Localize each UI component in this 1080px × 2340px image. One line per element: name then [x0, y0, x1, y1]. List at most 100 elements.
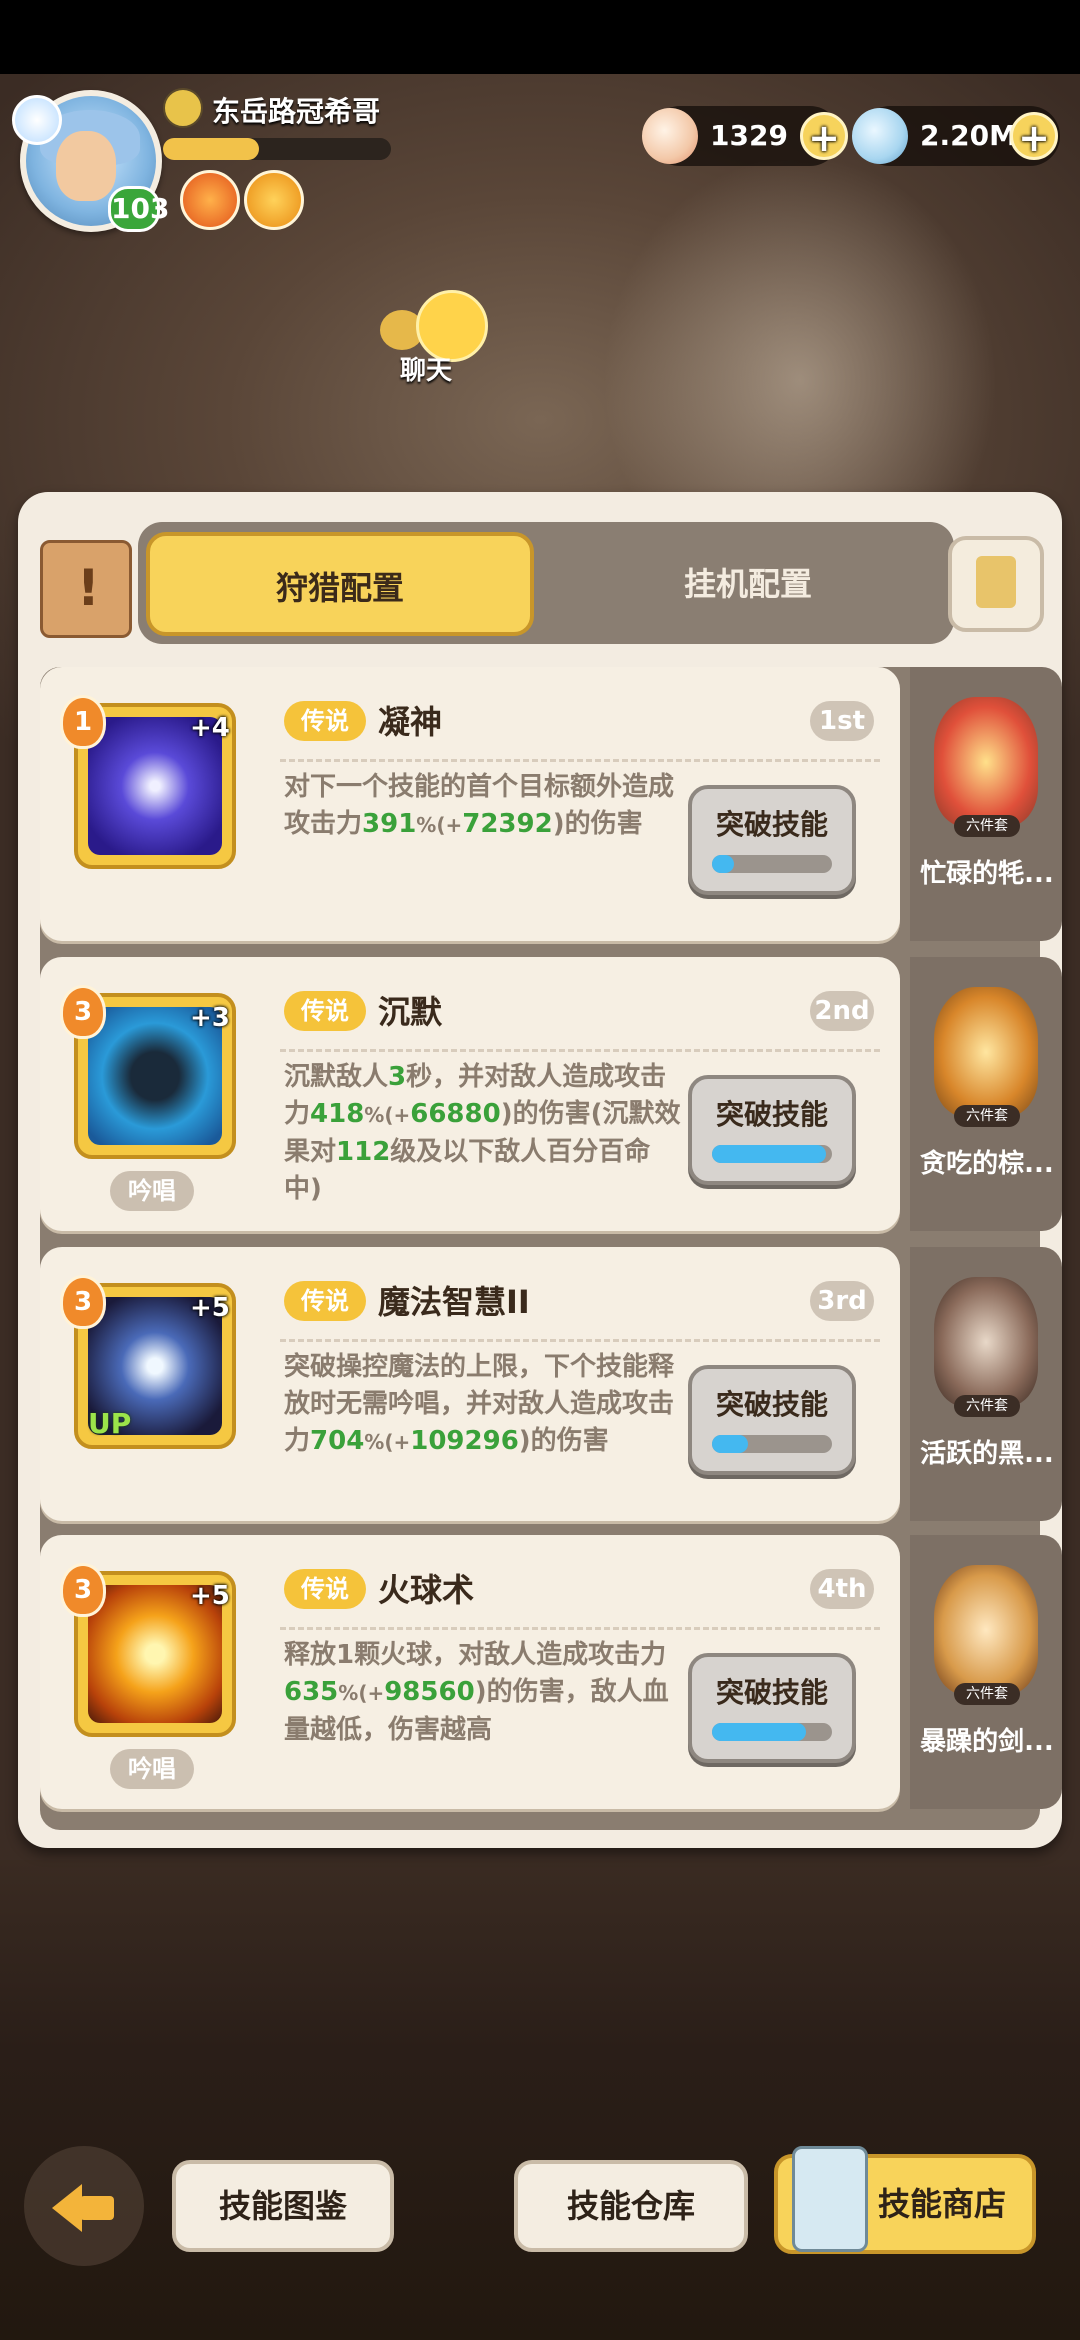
skill-description: 沉默敌人3秒，并对敌人造成攻击力418%(+66880)的伤害(沉默效果对112… [284, 1062, 681, 1204]
back-arrow-tail [80, 2196, 114, 2220]
breakthrough-button[interactable]: 突破技能 [688, 785, 856, 895]
skill-description: 释放1颗火球，对敌人造成攻击力635%(+98560)的伤害，敌人血量越低，伤害… [284, 1640, 669, 1745]
skill-storage-button[interactable]: 技能仓库 [514, 2160, 748, 2252]
skill-plus: +5 [190, 1293, 230, 1323]
clam-icon [852, 108, 908, 164]
status-bar [0, 0, 1080, 74]
breakthrough-progress [712, 855, 832, 873]
companion-figure [934, 987, 1038, 1117]
player-level: 103 [108, 186, 169, 232]
skill-row-4[interactable]: 3 +5 吟唱 传说 火球术 4th 释放1颗火球，对敌人造成攻击力635%(+… [40, 1535, 900, 1809]
breakthrough-button[interactable]: 突破技能 [688, 1075, 856, 1185]
guide-icon[interactable] [948, 536, 1044, 632]
skill-row-2[interactable]: 3 +3 吟唱 传说 沉默 2nd 沉默敌人3秒，并对敌人造成攻击力418%(+… [40, 957, 900, 1231]
set-badge: 六件套 [954, 1105, 1020, 1127]
star-badge-icon [12, 95, 62, 145]
companion-figure [934, 1277, 1038, 1407]
player-name: 东岳路冠希哥 [212, 95, 381, 128]
progress-fill [712, 1435, 748, 1453]
rarity-tag: 传说 [284, 701, 366, 741]
skill-plus: +4 [190, 713, 230, 743]
breakthrough-button[interactable]: 突破技能 [688, 1365, 856, 1475]
skill-level-badge: 3 [60, 1563, 106, 1617]
slot-rank: 3rd [810, 1281, 874, 1321]
slot-rank: 2nd [810, 991, 874, 1031]
xp-bar-fill [163, 138, 259, 160]
divider [280, 1627, 880, 1630]
rarity-tag: 传说 [284, 991, 366, 1031]
shell-currency: 1329 + [642, 106, 848, 166]
tab-hunt-config[interactable]: 狩猎配置 [146, 532, 534, 636]
skill-config-panel: ! 狩猎配置 挂机配置 六件套 忙碌的牦... 1 +4 传说 凝神 1st 对… [18, 492, 1062, 1848]
skill-name: 凝神 [378, 703, 443, 741]
breakthrough-label: 突破技能 [715, 1098, 828, 1131]
breakthrough-progress [712, 1435, 832, 1453]
companion-figure [934, 1565, 1038, 1695]
breakthrough-label: 突破技能 [715, 808, 828, 841]
breakthrough-label: 突破技能 [715, 1388, 828, 1421]
divider [280, 1049, 880, 1052]
chat-label: 聊天 [400, 356, 453, 386]
companion-name: 活跃的黑... [920, 1439, 1054, 1469]
companion-slot-4[interactable]: 六件套 暴躁的剑... [910, 1535, 1062, 1809]
companion-figure [934, 697, 1038, 827]
bottom-backdrop [0, 1860, 1080, 2340]
skill-description: 突破操控魔法的上限，下个技能释放时无需吟唱，并对敌人造成攻击力704%(+109… [284, 1352, 675, 1456]
skill-level-badge: 3 [60, 985, 106, 1039]
skill-name: 沉默 [378, 993, 443, 1031]
slot-rank: 4th [810, 1569, 874, 1609]
shell-count: 1329 [710, 119, 788, 152]
set-badge: 六件套 [954, 1683, 1020, 1705]
rank-icon [163, 88, 203, 128]
slot-rank: 1st [810, 701, 874, 741]
skill-plus: +3 [190, 1003, 230, 1033]
upgrade-indicator: UP [88, 1407, 132, 1440]
skill-description: 对下一个技能的首个目标额外造成攻击力391%(+72392)的伤害 [284, 772, 675, 839]
skill-shop-button[interactable]: 技能商店 [774, 2146, 1036, 2254]
rarity-tag: 传说 [284, 1281, 366, 1321]
companion-slot-1[interactable]: 六件套 忙碌的牦... [910, 667, 1062, 941]
companion-name: 忙碌的牦... [920, 859, 1054, 889]
companion-name: 贪吃的棕... [920, 1149, 1054, 1179]
rarity-tag: 传说 [284, 1569, 366, 1609]
avatar-face [56, 131, 116, 201]
skill-name: 魔法智慧II [378, 1283, 530, 1321]
breakthrough-button[interactable]: 突破技能 [688, 1653, 856, 1763]
skill-list: 六件套 忙碌的牦... 1 +4 传说 凝神 1st 对下一个技能的首个目标额外… [40, 667, 1062, 1830]
clam-currency: 2.20M + [852, 106, 1060, 166]
skill-name: 火球术 [378, 1571, 475, 1609]
add-shell-button[interactable]: + [800, 112, 848, 160]
progress-fill [712, 1723, 806, 1741]
skill-row-1[interactable]: 1 +4 传说 凝神 1st 对下一个技能的首个目标额外造成攻击力391%(+7… [40, 667, 900, 941]
skill-level-badge: 3 [60, 1275, 106, 1329]
skill-plus: +5 [190, 1581, 230, 1611]
scroll-icon[interactable]: ! [40, 540, 132, 638]
chant-tag: 吟唱 [110, 1749, 194, 1789]
breakthrough-progress [712, 1723, 832, 1741]
divider [280, 1339, 880, 1342]
tab-idle-config[interactable]: 挂机配置 [548, 532, 948, 636]
skill-codex-button[interactable]: 技能图鉴 [172, 2160, 394, 2252]
breakthrough-progress [712, 1145, 832, 1163]
progress-fill [712, 855, 734, 873]
tab-bar: 狩猎配置 挂机配置 [138, 522, 954, 644]
divider [280, 759, 880, 762]
shell-icon [642, 108, 698, 164]
set-badge: 六件套 [954, 1395, 1020, 1417]
xp-bar [163, 138, 391, 160]
set-badge: 六件套 [954, 815, 1020, 837]
buff-icon-1[interactable] [180, 170, 240, 230]
companion-slot-2[interactable]: 六件套 贪吃的棕... [910, 957, 1062, 1231]
chat-button[interactable]: 聊天 [380, 290, 490, 390]
skill-level-badge: 1 [60, 695, 106, 749]
back-button[interactable] [24, 2146, 144, 2266]
companion-slot-3[interactable]: 六件套 活跃的黑... [910, 1247, 1062, 1521]
skill-row-3[interactable]: 3 +5 UP 传说 魔法智慧II 3rd 突破操控魔法的上限，下个技能释放时无… [40, 1247, 900, 1521]
clam-count: 2.20M [920, 119, 1017, 152]
companion-name: 暴躁的剑... [920, 1727, 1054, 1757]
breakthrough-label: 突破技能 [715, 1676, 828, 1709]
chant-tag: 吟唱 [110, 1171, 194, 1211]
back-arrow-icon [52, 2184, 82, 2232]
buff-icon-2[interactable] [244, 170, 304, 230]
add-clam-button[interactable]: + [1010, 112, 1058, 160]
